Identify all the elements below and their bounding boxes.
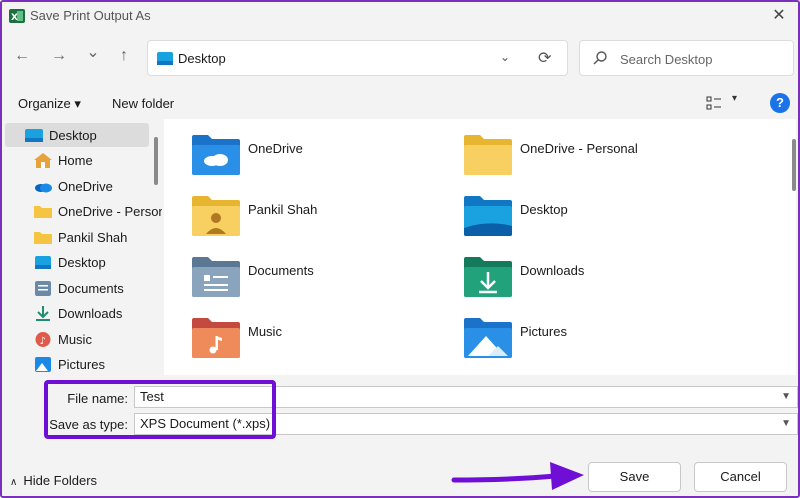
- hide-folders-label: Hide Folders: [23, 473, 98, 488]
- save-form: File name: Test ▼ Save as type: XPS Docu…: [2, 375, 798, 445]
- folder-icon: [464, 135, 512, 175]
- help-icon[interactable]: ?: [770, 93, 790, 113]
- folder-name: Documents: [248, 263, 314, 278]
- command-bar: Organize ▾ New folder ▾ ?: [2, 88, 798, 118]
- folder-tile-music[interactable]: Music: [192, 316, 452, 368]
- sidebar-item-label: Downloads: [58, 306, 123, 321]
- desktop-icon: [25, 129, 43, 142]
- sidebar-item-documents[interactable]: Documents: [2, 276, 150, 300]
- close-icon[interactable]: ✕: [768, 5, 790, 27]
- documents-icon: [35, 281, 51, 296]
- documents-folder-icon: [192, 257, 240, 297]
- sidebar-item-label: Pictures: [58, 357, 105, 372]
- desktop-folder-icon: [464, 196, 512, 236]
- folder-tile-desktop[interactable]: Desktop: [464, 194, 724, 246]
- folder-tile-onedrive[interactable]: OneDrive: [192, 133, 452, 185]
- back-button[interactable]: ←: [11, 45, 33, 67]
- sidebar-item-onedrive[interactable]: OneDrive: [2, 174, 150, 198]
- sidebar-item-downloads[interactable]: Downloads: [2, 301, 150, 325]
- save-button[interactable]: Save: [588, 462, 681, 492]
- folder-name: Desktop: [520, 202, 568, 217]
- window-title: Save Print Output As: [30, 8, 151, 23]
- desktop-icon: [35, 256, 51, 269]
- sidebar-item-label: Pankil Shah: [58, 230, 128, 245]
- save-type-dropdown-chevron-icon[interactable]: ▼: [781, 414, 791, 434]
- folder-name: Pictures: [520, 324, 567, 339]
- onedrive-folder-icon: [192, 135, 240, 175]
- folder-name: Downloads: [520, 263, 585, 278]
- svg-text:♪: ♪: [40, 336, 46, 347]
- desktop-icon: [157, 52, 173, 65]
- folder-tile-pictures[interactable]: Pictures: [464, 316, 724, 368]
- navigation-pane: Desktop Home OneDrive OneDrive - Persona…: [2, 119, 162, 375]
- user-folder-icon: [192, 196, 240, 236]
- sidebar-item-label: OneDrive - Personal: [58, 204, 162, 219]
- up-button[interactable]: ↑: [113, 45, 135, 67]
- folder-tile-documents[interactable]: Documents: [192, 255, 452, 307]
- search-box[interactable]: [579, 40, 794, 76]
- sidebar-scrollbar[interactable]: [154, 137, 158, 185]
- sidebar-item-label: Desktop: [58, 255, 106, 270]
- chevron-up-icon: ∧: [10, 477, 18, 488]
- search-input[interactable]: [620, 50, 785, 68]
- title-bar: X Save Print Output As ✕: [2, 2, 798, 30]
- sidebar-item-home[interactable]: Home: [2, 148, 150, 172]
- sidebar-item-label: OneDrive: [58, 179, 113, 194]
- svg-text:X: X: [11, 13, 18, 23]
- file-list: OneDrive OneDrive - Personal Pankil Shah: [164, 119, 796, 375]
- folder-tile-pankil-shah[interactable]: Pankil Shah: [192, 194, 452, 246]
- sidebar-item-desktop-quick[interactable]: Desktop: [5, 123, 149, 147]
- folder-name: Pankil Shah: [248, 202, 318, 217]
- pictures-icon: [35, 357, 51, 372]
- sidebar-item-label: Desktop: [49, 128, 97, 143]
- new-folder-button[interactable]: New folder: [112, 96, 174, 111]
- folder-name: OneDrive - Personal: [520, 141, 638, 156]
- home-icon: [34, 153, 52, 168]
- folder-icon: [34, 232, 52, 244]
- sidebar-item-label: Documents: [58, 281, 124, 296]
- folder-tile-onedrive-personal[interactable]: OneDrive - Personal: [464, 133, 724, 185]
- sidebar-item-onedrive-personal[interactable]: OneDrive - Personal: [2, 199, 162, 223]
- folder-name: OneDrive: [248, 141, 303, 156]
- sidebar-item-desktop[interactable]: Desktop: [2, 250, 150, 274]
- downloads-folder-icon: [464, 257, 512, 297]
- sidebar-item-pictures[interactable]: Pictures: [2, 352, 150, 375]
- recent-locations-chevron-icon[interactable]: ⌄: [82, 42, 104, 64]
- annotation-highlight-box: [44, 380, 276, 439]
- music-folder-icon: [192, 318, 240, 358]
- folder-name: Music: [248, 324, 282, 339]
- annotation-arrow-icon: [451, 462, 584, 490]
- sidebar-item-label: Home: [58, 153, 93, 168]
- downloads-icon: [36, 306, 50, 321]
- folder-icon: [34, 206, 52, 218]
- dialog-footer: ∧ Hide Folders Save Cancel: [2, 445, 798, 496]
- music-icon: ♪: [35, 332, 51, 347]
- pictures-folder-icon: [464, 318, 512, 358]
- address-path: Desktop: [178, 51, 226, 66]
- search-icon: [593, 51, 607, 65]
- sidebar-item-label: Music: [58, 332, 92, 347]
- save-dialog: X Save Print Output As ✕ ← → ⌄ ↑ Desktop…: [0, 0, 800, 498]
- onedrive-icon: [35, 183, 52, 193]
- address-bar[interactable]: Desktop ⌄ ⟳: [147, 40, 568, 76]
- file-name-dropdown-chevron-icon[interactable]: ▼: [781, 387, 791, 407]
- cancel-button[interactable]: Cancel: [694, 462, 787, 492]
- sidebar-item-pankil-shah[interactable]: Pankil Shah: [2, 225, 150, 249]
- view-chevron-icon[interactable]: ▾: [732, 93, 737, 104]
- file-list-scrollbar[interactable]: [792, 139, 796, 191]
- address-history-chevron-icon[interactable]: ⌄: [500, 50, 510, 64]
- view-options-icon[interactable]: [706, 95, 722, 111]
- folder-tile-downloads[interactable]: Downloads: [464, 255, 724, 307]
- forward-button[interactable]: →: [48, 45, 70, 67]
- sidebar-item-music[interactable]: ♪ Music: [2, 327, 150, 351]
- hide-folders-toggle[interactable]: ∧ Hide Folders: [10, 473, 97, 488]
- excel-icon: X: [9, 9, 25, 23]
- organize-button[interactable]: Organize ▾: [18, 96, 81, 112]
- refresh-icon[interactable]: ⟳: [538, 48, 551, 68]
